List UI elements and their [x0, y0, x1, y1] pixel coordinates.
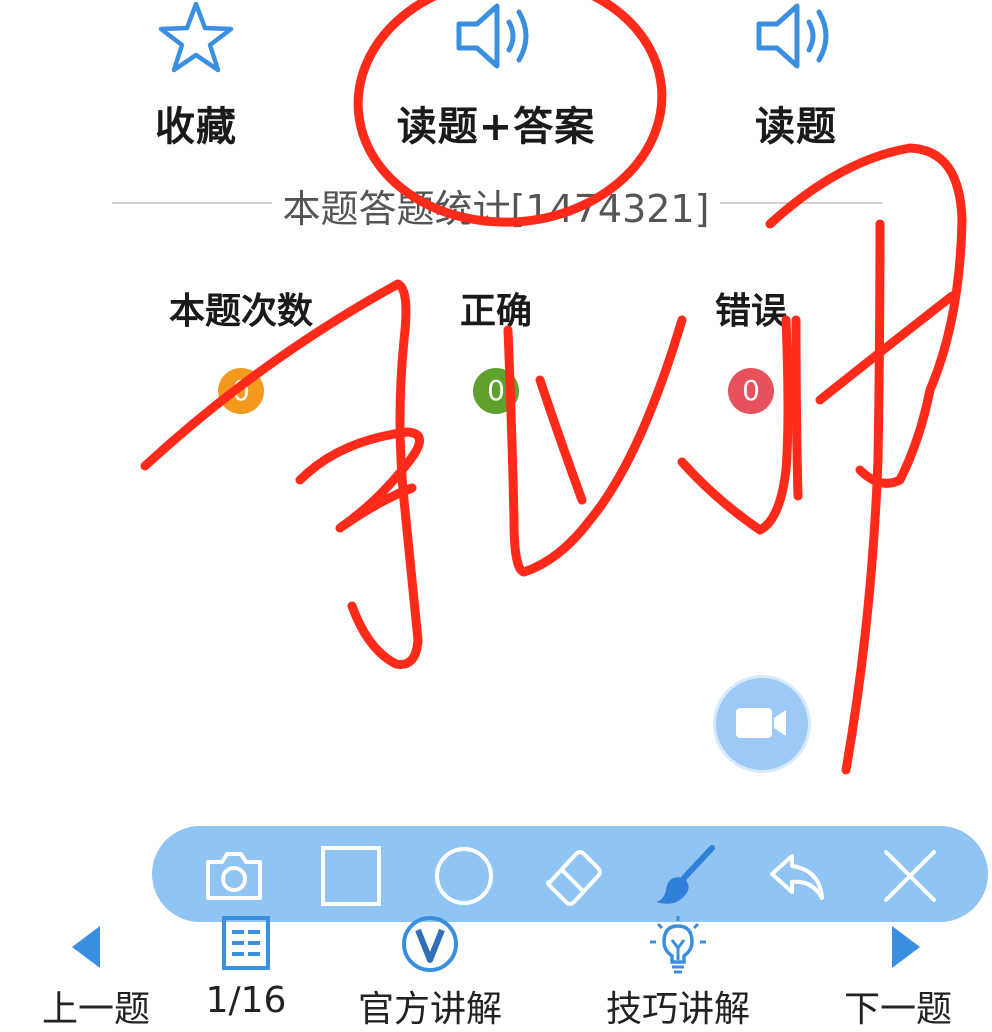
tips-explanation-button[interactable]: 技巧讲解	[598, 914, 758, 1032]
brush-tool[interactable]	[654, 844, 718, 908]
stat-wrong: 错误 0	[641, 282, 861, 414]
tips-explanation-label: 技巧讲解	[605, 989, 750, 1030]
question-progress: 1/16	[205, 980, 287, 1021]
undo-tool[interactable]	[766, 844, 830, 908]
undo-arrow-icon	[770, 854, 824, 900]
official-explanation-button[interactable]: 官方讲解	[350, 914, 510, 1032]
stat-wrong-label: 错误	[714, 291, 787, 332]
next-question-button[interactable]: 下一题	[836, 914, 960, 1032]
stat-attempts-badge: 0	[218, 368, 264, 414]
stat-attempts-label: 本题次数	[168, 291, 313, 332]
close-icon	[884, 850, 936, 902]
camera-tool[interactable]	[202, 844, 266, 908]
stat-wrong-badge: 0	[728, 368, 774, 414]
video-button[interactable]	[716, 678, 808, 770]
read-question-answer-label: 读题+答案	[396, 104, 596, 150]
stats-title: 本题答题统计[1474321]	[282, 187, 710, 231]
favorite-button[interactable]: 收藏	[76, 0, 316, 152]
stat-correct-label: 正确	[459, 291, 532, 332]
rectangle-tool[interactable]	[319, 844, 383, 908]
eraser-icon	[546, 850, 602, 906]
read-question-button[interactable]: 读题	[676, 0, 916, 152]
divider-left	[112, 202, 272, 204]
prev-question-label: 上一题	[41, 989, 150, 1030]
triangle-right-icon	[892, 926, 920, 968]
list-icon	[222, 916, 270, 970]
read-question-label: 读题	[755, 104, 837, 150]
drawing-toolbar	[152, 826, 988, 922]
lightbulb-icon	[650, 916, 706, 974]
favorite-label: 收藏	[155, 104, 237, 150]
official-explanation-label: 官方讲解	[357, 989, 502, 1030]
triangle-left-icon	[72, 926, 100, 968]
stat-correct: 正确 0	[386, 282, 606, 414]
stat-correct-badge: 0	[473, 368, 519, 414]
read-question-answer-button[interactable]: 读题+答案	[376, 0, 616, 152]
circle-tool[interactable]	[432, 844, 496, 908]
v-badge-icon	[402, 916, 458, 972]
video-camera-icon	[736, 708, 786, 738]
question-list-button[interactable]: 1/16	[196, 914, 296, 1021]
circle-icon	[435, 847, 493, 905]
speaker-icon	[756, 3, 829, 69]
next-question-label: 下一题	[843, 989, 952, 1030]
camera-icon	[206, 852, 262, 900]
close-tool[interactable]	[878, 844, 942, 908]
eraser-tool[interactable]	[542, 844, 606, 908]
stat-attempts: 本题次数 0	[131, 282, 351, 414]
star-icon	[158, 1, 234, 73]
speaker-icon	[456, 3, 529, 69]
square-icon	[321, 846, 381, 906]
prev-question-button[interactable]: 上一题	[36, 914, 156, 1032]
brush-icon	[656, 845, 715, 904]
divider-right	[720, 202, 882, 204]
